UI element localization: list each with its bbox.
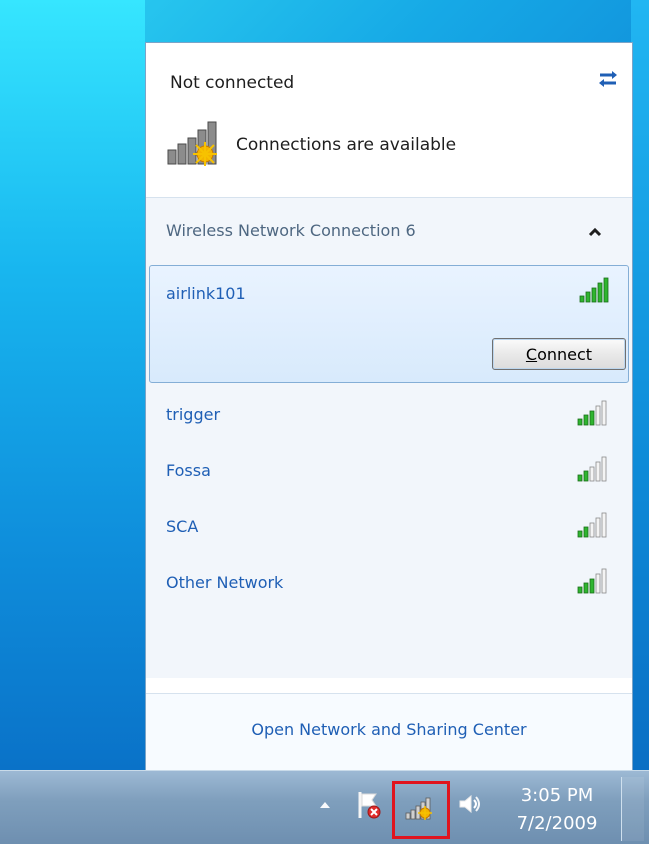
- section-title-wireless-connection: Wireless Network Connection 6: [166, 221, 416, 240]
- action-center-flag-icon[interactable]: [356, 790, 382, 820]
- clock-time[interactable]: 3:05 PM: [514, 785, 600, 806]
- connect-label-access-key: C: [525, 344, 538, 364]
- network-item-other-network[interactable]: Other Network: [146, 559, 632, 615]
- clock-date[interactable]: 7/2/2009: [514, 813, 600, 834]
- signal-strength-icon: [576, 399, 612, 427]
- show-desktop-button[interactable]: [621, 777, 644, 841]
- connections-available-row: Connections are available: [166, 121, 456, 169]
- signal-strength-icon: [576, 455, 612, 483]
- desktop-background: [0, 0, 145, 770]
- network-item-sca[interactable]: SCA: [146, 503, 632, 559]
- signal-warning-icon: [166, 120, 228, 170]
- connect-button[interactable]: Connect: [492, 338, 626, 370]
- network-name-sca: SCA: [166, 517, 199, 536]
- signal-strength-icon: [576, 511, 612, 539]
- signal-strength-icon: [578, 276, 614, 304]
- network-name-other-network: Other Network: [166, 573, 284, 592]
- network-item-trigger[interactable]: trigger: [146, 391, 632, 447]
- signal-strength-icon: [576, 567, 612, 595]
- network-name-airlink101: airlink101: [166, 284, 246, 303]
- connections-available-text: Connections are available: [236, 135, 457, 155]
- desktop-background-edge: [631, 0, 649, 770]
- taskbar: 3:05 PM 7/2/2009: [0, 770, 649, 844]
- show-hidden-icons-arrow[interactable]: [318, 797, 332, 811]
- network-name-trigger: trigger: [166, 405, 221, 424]
- network-tray-icon[interactable]: [404, 795, 436, 821]
- flyout-footer: Open Network and Sharing Center: [146, 694, 632, 771]
- connect-label-rest: onnect: [537, 344, 593, 364]
- volume-icon[interactable]: [456, 791, 484, 817]
- network-item-fossa[interactable]: Fossa: [146, 447, 632, 503]
- network-name-fossa: Fossa: [166, 461, 211, 480]
- chevron-up-icon[interactable]: [586, 223, 604, 241]
- network-item-selected[interactable]: airlink101 Connect: [149, 265, 629, 383]
- flyout-header: Not connected Connections are available: [146, 43, 632, 193]
- refresh-icon[interactable]: [596, 69, 620, 89]
- connection-status-title: Not connected: [170, 73, 295, 93]
- network-flyout: Not connected Connections are available …: [145, 42, 633, 772]
- open-network-sharing-center-link[interactable]: Open Network and Sharing Center: [146, 720, 632, 739]
